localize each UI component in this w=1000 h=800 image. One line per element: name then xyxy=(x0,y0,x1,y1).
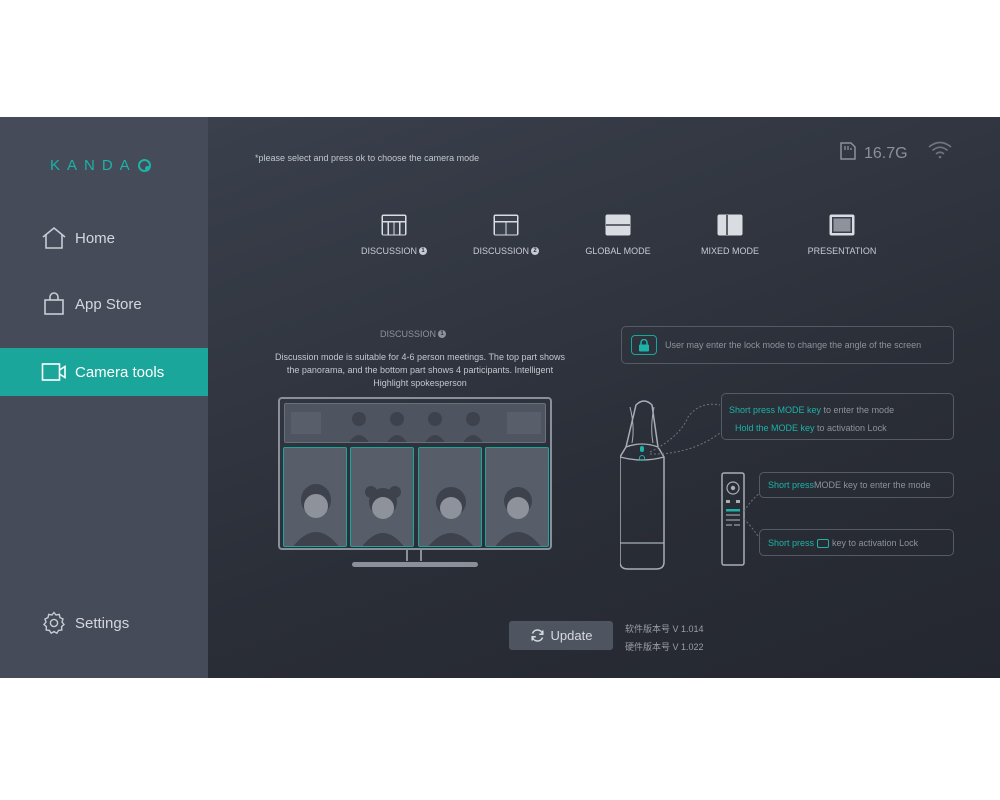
update-button[interactable]: Update xyxy=(509,621,613,650)
sidebar: KANDA Home App Store Camera tools Settin xyxy=(0,117,208,678)
sidebar-item-label: Settings xyxy=(75,614,130,632)
mode-label: DISCUSSION 1 xyxy=(361,246,427,256)
participant-tile xyxy=(350,447,415,547)
mode-option-discussion-1[interactable]: DISCUSSION 1 xyxy=(338,214,450,256)
mode-option-global[interactable]: GLOBAL MODE xyxy=(562,214,674,256)
mode-number-badge: 1 xyxy=(438,330,447,338)
participant-tile xyxy=(417,447,482,547)
mode-option-discussion-2[interactable]: DISCUSSION 2 xyxy=(450,214,562,256)
sidebar-item-camera-tools[interactable]: Camera tools xyxy=(0,348,208,396)
remote-control-illustration xyxy=(720,471,762,572)
camera-callout-line-1: Short press MODE key to enter the mode xyxy=(729,405,895,415)
shopping-bag-icon xyxy=(41,291,67,317)
panorama-strip xyxy=(284,403,546,443)
sidebar-item-label: App Store xyxy=(75,295,142,313)
video-camera-icon xyxy=(41,359,67,385)
remote-mode-key-callout: Short press MODE key to enter the mode xyxy=(759,472,954,498)
storage-value: 16.7G xyxy=(864,144,908,162)
storage-indicator: 16.7G xyxy=(838,141,908,166)
tv-layout-illustration xyxy=(278,397,552,550)
mode-number-badge: 2 xyxy=(531,247,539,255)
lock-callout-text: User may enter the lock mode to change t… xyxy=(665,340,922,350)
tv-stand xyxy=(406,549,422,561)
discussion-2-mode-icon xyxy=(493,214,519,236)
sidebar-item-home[interactable]: Home xyxy=(0,214,208,262)
sidebar-item-settings[interactable]: Settings xyxy=(0,599,208,647)
participant-tile xyxy=(484,447,549,547)
camera-tools-panel: *please select and press ok to choose th… xyxy=(208,117,1000,678)
mode-label: GLOBAL MODE xyxy=(585,246,651,256)
mode-label: DISCUSSION 2 xyxy=(473,246,539,256)
home-icon xyxy=(41,225,67,251)
sidebar-item-label: Camera tools xyxy=(75,363,165,381)
app-window: KANDA Home App Store Camera tools Settin xyxy=(0,117,1000,678)
refresh-icon xyxy=(530,628,545,643)
sidebar-item-label: Home xyxy=(75,229,116,247)
camera-mode-key-callout: Short press MODE key to enter the mode H… xyxy=(721,393,954,440)
camera-callout-line-2: Hold the MODE key to activation Lock xyxy=(735,423,887,433)
lock-mode-callout: User may enter the lock mode to change t… xyxy=(621,326,954,364)
mode-detail-title: DISCUSSION 1 xyxy=(380,329,447,339)
sd-card-icon xyxy=(838,141,858,166)
tv-base xyxy=(352,562,478,567)
sidebar-item-app-store[interactable]: App Store xyxy=(0,280,208,328)
camera-device-illustration xyxy=(619,397,730,577)
gear-icon xyxy=(41,610,67,636)
mode-option-mixed[interactable]: MIXED MODE xyxy=(674,214,786,256)
logo-text: KANDA xyxy=(50,157,137,174)
remote-lock-key-callout: Short press key to activation Lock xyxy=(759,529,954,556)
mode-detail-description: Discussion mode is suitable for 4-6 pers… xyxy=(275,352,565,388)
lock-key-icon xyxy=(817,539,830,548)
logo-o-mark xyxy=(137,159,151,172)
presentation-mode-icon xyxy=(829,214,855,236)
mode-select-hint: *please select and press ok to choose th… xyxy=(255,153,480,163)
mode-label: PRESENTATION xyxy=(807,246,877,256)
version-info: 软件版本号 V 1.014 硬件版本号 V 1.022 xyxy=(625,620,704,656)
global-mode-icon xyxy=(605,214,631,236)
mode-label: MIXED MODE xyxy=(700,246,759,256)
lock-icon xyxy=(631,335,657,355)
update-button-label: Update xyxy=(550,628,593,643)
participant-tiles xyxy=(283,447,549,547)
kandao-logo: KANDA xyxy=(50,157,151,174)
software-version: 软件版本号 V 1.014 xyxy=(625,624,704,634)
participant-tile xyxy=(283,447,347,547)
mixed-mode-icon xyxy=(717,214,743,236)
discussion-1-mode-icon xyxy=(381,214,407,236)
mode-selector: DISCUSSION 1 DISCUSSION 2 GLOBAL MODE MI… xyxy=(338,214,898,256)
mode-number-badge: 1 xyxy=(419,247,427,255)
wifi-icon xyxy=(928,141,952,164)
hardware-version: 硬件版本号 V 1.022 xyxy=(625,642,704,652)
mode-option-presentation[interactable]: PRESENTATION xyxy=(786,214,898,256)
